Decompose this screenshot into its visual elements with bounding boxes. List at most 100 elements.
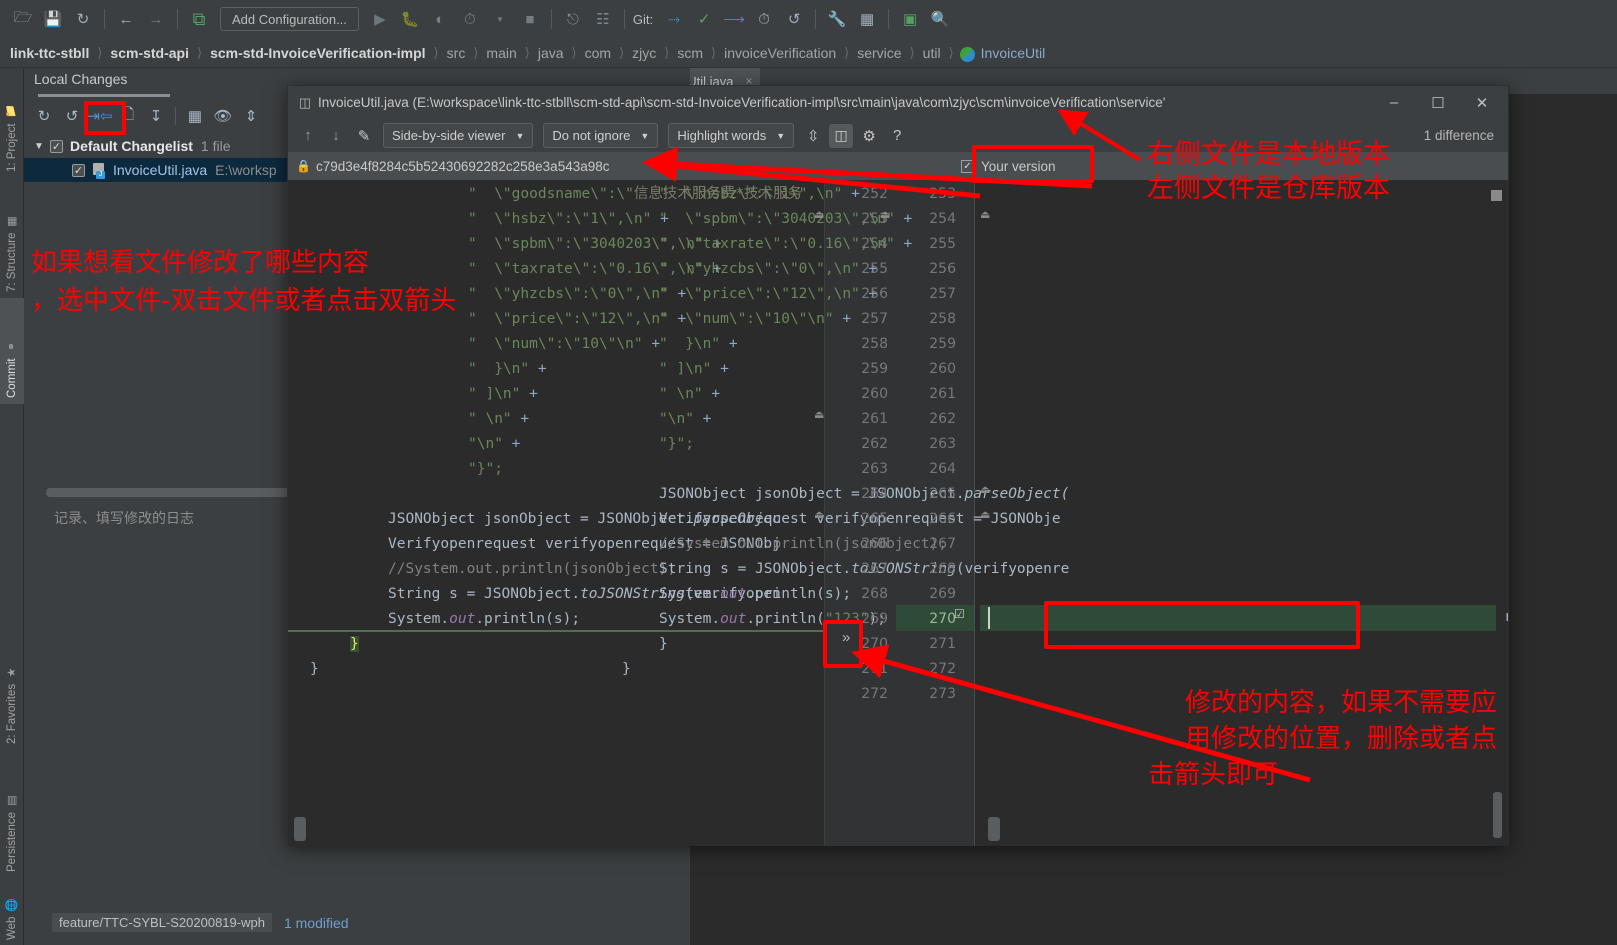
toolbar-divider <box>175 107 176 125</box>
breadcrumb-item-6[interactable]: com <box>583 45 613 61</box>
structure-icon[interactable]: ▦ <box>854 6 880 32</box>
breadcrumb-separator: ⟩ <box>711 44 717 60</box>
save-icon[interactable]: 💾 <box>40 6 66 32</box>
line-number: 254 <box>861 236 888 252</box>
breadcrumb-item-7[interactable]: zjyc <box>630 45 658 61</box>
stop-icon[interactable]: ■ <box>517 6 543 32</box>
sidebar-item-commit[interactable]: Commit ⚭ <box>0 298 24 404</box>
close-button[interactable]: ✕ <box>1460 86 1504 119</box>
profile-icon[interactable]: ⏱ <box>457 6 483 32</box>
breadcrumb-item-10[interactable]: service <box>855 45 903 61</box>
minimize-button[interactable]: – <box>1372 86 1416 119</box>
breadcrumb-item-9[interactable]: invoiceVerification <box>722 45 838 61</box>
rollback-icon[interactable]: ↺ <box>781 6 807 32</box>
breadcrumb-item-5[interactable]: java <box>536 45 566 61</box>
tab-local-changes[interactable]: Local Changes <box>34 71 127 87</box>
update-project-icon[interactable]: ⤑ <box>661 6 687 32</box>
fold-marker-icon[interactable]: ⏏ <box>814 208 824 221</box>
synchronize-scroll-icon[interactable]: ◫ <box>829 123 854 148</box>
code-token: " \n" <box>659 386 712 402</box>
sidebar-item-favorites[interactable]: 2: Favorites ★ <box>0 638 24 750</box>
rollback-icon[interactable]: ↺ <box>58 103 86 129</box>
push-icon[interactable]: ⟶ <box>721 6 747 32</box>
breadcrumb-item-8[interactable]: scm <box>675 45 705 61</box>
right-pane-horizontal-scrollbar[interactable] <box>988 817 1000 841</box>
fold-marker-icon[interactable]: ⏏ <box>880 208 890 221</box>
refresh-icon[interactable]: ↻ <box>30 103 58 129</box>
maximize-button[interactable]: ☐ <box>1416 86 1460 119</box>
breadcrumb-item-3[interactable]: src <box>445 45 468 61</box>
add-configuration-button[interactable]: Add Configuration... <box>220 7 359 31</box>
sidebar-item-structure[interactable]: 7: Structure ▦ <box>0 186 24 298</box>
viewer-mode-dropdown[interactable]: Side-by-side viewer ▼ <box>383 123 534 148</box>
code-line: " \"num\":\"10\"\n" + <box>468 332 660 357</box>
changelist-checkbox[interactable]: ✓ <box>50 139 63 153</box>
expand-all-icon[interactable]: ⇕ <box>237 103 265 129</box>
breadcrumb-separator: ⟩ <box>97 44 103 60</box>
debug-icon[interactable]: 🐛 <box>397 6 423 32</box>
build-icon[interactable]: ⧉ <box>186 6 212 32</box>
annotation-left-repo-version: 左侧文件是仓库版本 <box>1147 173 1390 204</box>
sidebar-item-persistence[interactable]: Persistence ▤ <box>0 768 24 878</box>
fold-marker-icon[interactable]: ⏏ <box>814 408 824 421</box>
breadcrumb-item-4[interactable]: main <box>484 45 518 61</box>
update-icon[interactable]: ↧ <box>142 103 170 129</box>
breadcrumb-separator: ⟩ <box>948 44 954 60</box>
line-number: 255 <box>861 261 888 277</box>
breadcrumb-item-1[interactable]: scm-std-api <box>108 45 191 61</box>
next-difference-icon[interactable]: ↓ <box>324 124 348 148</box>
preview-icon[interactable]: 👁 <box>209 103 237 129</box>
search-icon[interactable]: 🔍 <box>927 6 953 32</box>
git-label: Git: <box>632 11 654 27</box>
ide-main-toolbar: 🗁 💾 ↻ ← → ⧉ Add Configuration... ▶ 🐛 ◐ ⏱… <box>0 0 1617 38</box>
pencil-icon[interactable]: ✎ <box>352 124 376 148</box>
code-line: " \"hsbz\":\"1\",\n" + <box>468 207 669 232</box>
breadcrumb-item-12[interactable]: InvoiceUtil <box>979 45 1048 61</box>
change-accepted-icon[interactable]: ☑ <box>954 607 965 621</box>
breadcrumb-item-11[interactable]: util <box>921 45 943 61</box>
fold-marker-icon[interactable]: ⏏ <box>980 508 990 521</box>
file-checkbox[interactable]: ✓ <box>72 163 85 177</box>
sync-icon[interactable]: ↻ <box>70 6 96 32</box>
previous-difference-icon[interactable]: ↑ <box>296 124 320 148</box>
group-by-icon[interactable]: ▦ <box>181 103 209 129</box>
sdk-icon[interactable]: ☷ <box>590 6 616 32</box>
wrench-icon[interactable]: 🔧 <box>824 6 850 32</box>
code-token: " \"hsbz\":\"1\",\n" <box>468 211 661 227</box>
star-icon: ★ <box>5 666 19 679</box>
collapse-unchanged-icon[interactable]: ⇳ <box>801 124 825 148</box>
forward-arrow-icon[interactable]: → <box>143 6 169 32</box>
chevron-down-icon[interactable]: ▼ <box>487 6 513 32</box>
commit-message-placeholder: 记录、填写修改的日志 <box>54 510 194 526</box>
sidebar-item-web[interactable]: Web 🌐 <box>0 880 24 945</box>
help-icon[interactable]: ? <box>885 124 909 148</box>
branch-chip[interactable]: feature/TTC-SYBL-S20200819-wph <box>52 913 272 932</box>
code-token: " }\n" <box>659 336 729 352</box>
commit-icon[interactable]: ✓ <box>691 6 717 32</box>
gear-icon[interactable]: ⚙ <box>857 124 881 148</box>
open-folder-icon[interactable]: 🗁 <box>10 6 36 32</box>
right-pane-vertical-scrollbar[interactable] <box>1493 792 1502 838</box>
left-pane-horizontal-scrollbar[interactable] <box>294 817 306 841</box>
breadcrumb-item-2[interactable]: scm-std-InvoiceVerification-impl <box>208 45 428 61</box>
annotation-modified-line3: 击箭头即可 <box>1148 760 1279 790</box>
breadcrumb-item-0[interactable]: link-ttc-stbll <box>8 45 91 61</box>
code-token: System. <box>659 611 721 627</box>
whitespace-dropdown[interactable]: Do not ignore ▼ <box>543 123 659 148</box>
highlight-dropdown[interactable]: Highlight words ▼ <box>668 123 795 148</box>
fold-marker-icon[interactable]: ⏏ <box>980 483 990 496</box>
fold-marker-icon[interactable]: ⏏ <box>980 208 990 221</box>
history-icon[interactable]: ⏱ <box>751 6 777 32</box>
file-name: InvoiceUtil.java <box>113 162 208 178</box>
back-arrow-icon[interactable]: ← <box>113 6 139 32</box>
fold-marker-icon[interactable]: ⏏ <box>814 508 824 521</box>
revision-hash[interactable]: c79d3e4f8284c5b52430692282c258e3a543a98c <box>316 159 610 174</box>
terminal-icon[interactable]: ▣ <box>897 6 923 32</box>
device-manager-icon[interactable]: ⎋ <box>560 6 586 32</box>
chevron-down-icon[interactable]: ▼ <box>34 141 50 152</box>
run-icon[interactable]: ▶ <box>367 6 393 32</box>
sidebar-item-project[interactable]: 1: Project 📁 <box>0 68 24 178</box>
changes-horizontal-scrollbar[interactable] <box>46 488 311 497</box>
run-coverage-icon[interactable]: ◐ <box>427 6 453 32</box>
code-token: .println(s); <box>475 611 581 627</box>
